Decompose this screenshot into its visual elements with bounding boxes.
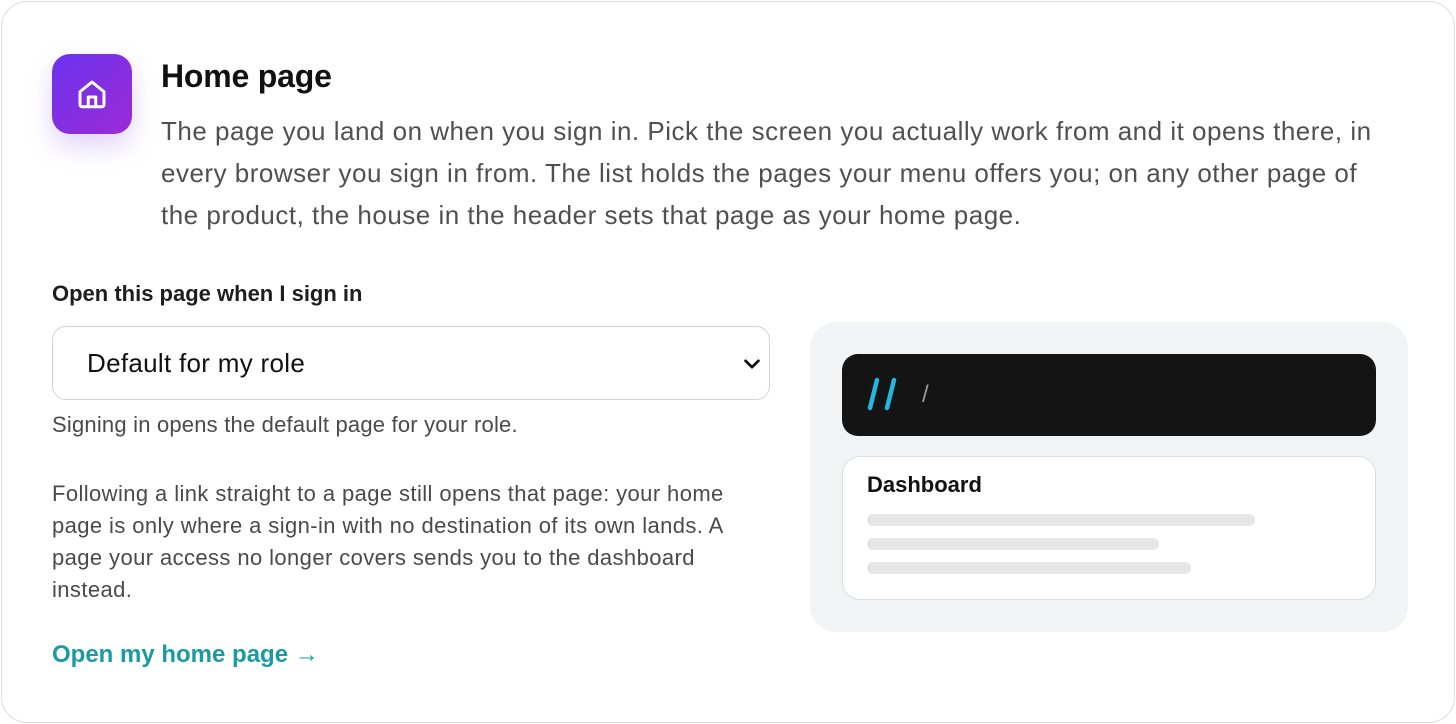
skeleton-line bbox=[867, 514, 1255, 526]
preview-card-title: Dashboard bbox=[867, 472, 982, 497]
home-page-note: Following a link straight to a page stil… bbox=[52, 481, 724, 602]
home-page-icon-tile bbox=[52, 54, 132, 134]
home-page-preview: / Dashboard bbox=[810, 322, 1408, 632]
preview-dashboard-card: Dashboard bbox=[842, 456, 1376, 600]
home-icon bbox=[78, 80, 106, 109]
home-page-select[interactable]: Default for my role bbox=[52, 326, 770, 400]
home-page-helper-text: Signing in opens the default page for yo… bbox=[52, 412, 518, 437]
logo-slashes-icon bbox=[867, 377, 897, 411]
section-description: The page you land on when you sign in. P… bbox=[161, 116, 1372, 230]
home-page-select-value: Default for my role bbox=[87, 348, 306, 378]
breadcrumb-separator: / bbox=[922, 381, 929, 408]
skeleton-line bbox=[867, 538, 1159, 550]
skeleton-line bbox=[867, 562, 1191, 574]
home-page-settings-card: Home page The page you land on when you … bbox=[1, 1, 1455, 723]
chevron-down-icon bbox=[744, 359, 760, 369]
open-home-page-link[interactable]: Open my home page → bbox=[52, 641, 319, 669]
home-page-field-label: Open this page when I sign in bbox=[52, 281, 363, 306]
preview-header-bar: / bbox=[842, 354, 1376, 436]
page-title: Home page bbox=[161, 58, 332, 94]
